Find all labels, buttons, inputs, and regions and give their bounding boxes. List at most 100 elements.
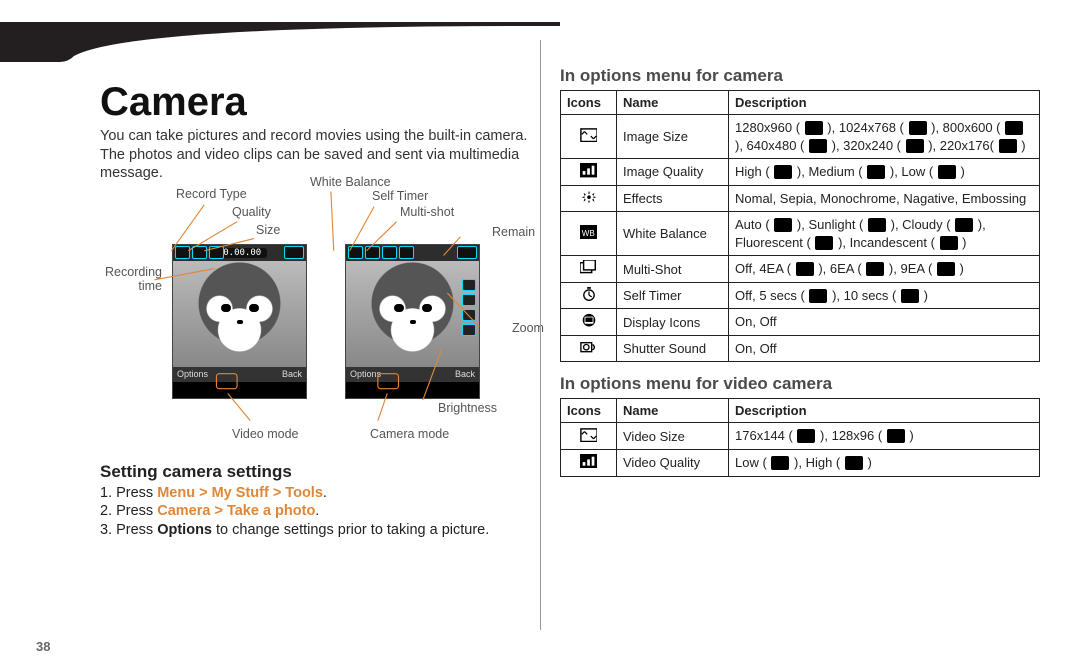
table-row: Video QualityLow ( ), High ( ) — [561, 450, 1040, 477]
label-white-balance: White Balance — [310, 175, 391, 189]
option-desc: 1280x960 ( ), 1024x768 ( ), 800x600 ( ),… — [729, 115, 1040, 159]
softkey-back[interactable]: Back — [455, 369, 475, 379]
label-record-type: Record Type — [176, 187, 247, 201]
inline-option-icon — [901, 289, 919, 303]
heading-camera-options: In options menu for camera — [560, 66, 1040, 86]
page-title: Camera — [100, 80, 528, 125]
option-name: Shutter Sound — [617, 335, 729, 362]
th-icons: Icons — [561, 399, 617, 423]
video-quality-icon — [561, 450, 617, 477]
label-brightness: Brightness — [438, 401, 497, 415]
inline-option-icon — [815, 236, 833, 250]
inline-option-icon — [940, 236, 958, 250]
th-name: Name — [617, 91, 729, 115]
preview-photo — [346, 261, 479, 367]
table-row: EffectsNomal, Sepia, Monochrome, Nagativ… — [561, 185, 1040, 212]
shutter-sound-icon — [561, 335, 617, 362]
multi-shot-indicator-icon — [382, 246, 397, 259]
camera-preview-video-mode: 00.00.00 Options Back — [172, 244, 307, 399]
inline-option-icon — [866, 262, 884, 276]
label-multi-shot: Multi-shot — [400, 205, 454, 219]
th-desc: Description — [729, 91, 1040, 115]
inline-option-icon — [909, 121, 927, 135]
inline-option-icon — [809, 289, 827, 303]
table-row: Image QualityHigh ( ), Medium ( ), Low (… — [561, 159, 1040, 186]
inline-option-icon — [809, 139, 827, 153]
option-desc: Auto ( ), Sunlight ( ), Cloudy ( ), Fluo… — [729, 212, 1040, 256]
inline-option-icon — [774, 165, 792, 179]
option-desc: On, Off — [729, 335, 1040, 362]
softkey-back[interactable]: Back — [282, 369, 302, 379]
option-name: Self Timer — [617, 282, 729, 309]
option-name: Effects — [617, 185, 729, 212]
inline-option-icon — [845, 456, 863, 470]
zoom-indicator-icon — [462, 279, 476, 291]
option-desc: Nomal, Sepia, Monochrome, Nagative, Embo… — [729, 185, 1040, 212]
heading-video-options: In options menu for video camera — [560, 374, 1040, 394]
softkey-options[interactable]: Options — [177, 369, 208, 379]
video-size-icon — [561, 423, 617, 450]
quality-indicator-icon — [192, 246, 207, 259]
page-number: 38 — [36, 639, 50, 654]
size-indicator-icon — [209, 246, 224, 259]
label-quality: Quality — [232, 205, 271, 219]
option-name: Video Quality — [617, 450, 729, 477]
preview-photo — [173, 261, 306, 367]
option-name: Image Size — [617, 115, 729, 159]
label-camera-mode: Camera mode — [370, 427, 449, 441]
th-desc: Description — [729, 399, 1040, 423]
label-self-timer: Self Timer — [372, 189, 428, 203]
option-desc: On, Off — [729, 309, 1040, 336]
softkey-options[interactable]: Options — [350, 369, 381, 379]
inline-option-icon — [887, 429, 905, 443]
option-desc: Low ( ), High ( ) — [729, 450, 1040, 477]
th-name: Name — [617, 399, 729, 423]
left-column: Camera You can take pictures and record … — [28, 40, 540, 650]
option-desc: Off, 5 secs ( ), 10 secs ( ) — [729, 282, 1040, 309]
video-options-table: Icons Name Description Video Size176x144… — [560, 398, 1040, 476]
table-row: Display IconsOn, Off — [561, 309, 1040, 336]
inline-option-icon — [999, 139, 1017, 153]
label-recording-time: Recording time — [102, 265, 162, 293]
option-name: Video Size — [617, 423, 729, 450]
label-remain: Remain — [492, 225, 535, 239]
inline-option-icon — [955, 218, 973, 232]
white-balance-indicator-icon — [348, 246, 363, 259]
table-row: Self TimerOff, 5 secs ( ), 10 secs ( ) — [561, 282, 1040, 309]
table-row: Video Size176x144 ( ), 128x96 ( ) — [561, 423, 1040, 450]
inline-option-icon — [1005, 121, 1023, 135]
effects-icon — [561, 185, 617, 212]
inline-option-icon — [771, 456, 789, 470]
svg-text:WB: WB — [581, 229, 594, 238]
option-desc: High ( ), Medium ( ), Low ( ) — [729, 159, 1040, 186]
self-timer-indicator-icon — [365, 246, 380, 259]
inline-option-icon — [938, 165, 956, 179]
option-desc: Off, 4EA ( ), 6EA ( ), 9EA ( ) — [729, 256, 1040, 283]
setting-steps: 1. Press Menu > My Stuff > Tools. 2. Pre… — [100, 484, 528, 541]
step-3: 3. Press Options to change settings prio… — [100, 521, 528, 540]
camera-icon — [462, 309, 476, 321]
viewfinder-diagram: 00.00.00 Options Back — [40, 191, 528, 456]
inline-option-icon — [805, 121, 823, 135]
table-row: Shutter SoundOn, Off — [561, 335, 1040, 362]
option-name: Image Quality — [617, 159, 729, 186]
image-size-icon — [561, 115, 617, 159]
column-divider — [540, 40, 541, 630]
image-quality-icon — [561, 159, 617, 186]
subheading-setting-camera: Setting camera settings — [100, 462, 528, 482]
inline-option-icon — [774, 218, 792, 232]
table-row: Multi-ShotOff, 4EA ( ), 6EA ( ), 9EA ( ) — [561, 256, 1040, 283]
inline-option-icon — [867, 165, 885, 179]
th-icons: Icons — [561, 91, 617, 115]
camera-preview-camera-mode: Options Back — [345, 244, 480, 399]
table-row: WB White BalanceAuto ( ), Sunlight ( ), C… — [561, 212, 1040, 256]
right-column: In options menu for camera Icons Name De… — [540, 40, 1052, 650]
white-balance-icon: WB — [561, 212, 617, 256]
option-desc: 176x144 ( ), 128x96 ( ) — [729, 423, 1040, 450]
option-name: Multi-Shot — [617, 256, 729, 283]
step-2: 2. Press Camera > Take a photo. — [100, 502, 528, 521]
camera-options-table: Icons Name Description Image Size1280x96… — [560, 90, 1040, 362]
option-name: White Balance — [617, 212, 729, 256]
table-row: Image Size1280x960 ( ), 1024x768 ( ), 80… — [561, 115, 1040, 159]
inline-option-icon — [796, 262, 814, 276]
